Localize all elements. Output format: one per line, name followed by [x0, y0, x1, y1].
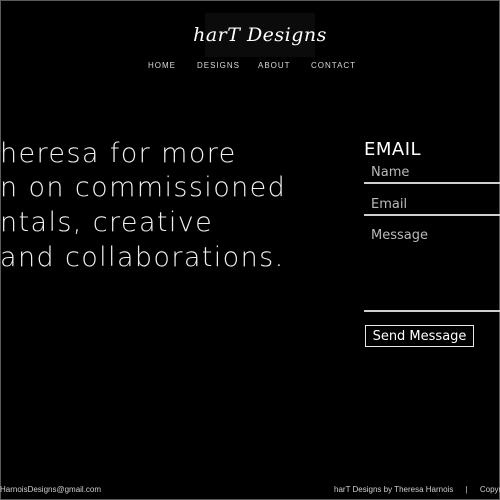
name-field-underline: [364, 182, 500, 184]
form-title: EMAIL: [364, 139, 422, 160]
site-logo[interactable]: harT Designs: [193, 13, 326, 57]
nav-item-contact[interactable]: CONTACT: [311, 61, 356, 70]
footer-separator: |: [465, 485, 468, 494]
message-field[interactable]: [365, 226, 500, 308]
footer-credit-text: harT Designs by Theresa Harnois: [334, 485, 454, 494]
intro-line: heresa for more: [0, 138, 237, 169]
footer-email-text: HarnoisDesigns@gmail.com: [0, 485, 102, 494]
message-field-underline: [364, 310, 500, 312]
footer-copyright-text: Copyright: [479, 485, 500, 494]
contact-intro-text: heresa for more n on commissioned ntals,…: [0, 138, 340, 288]
intro-line: ntals, creative: [0, 207, 214, 238]
email-field[interactable]: [365, 194, 500, 214]
intro-line: and collaborations.: [0, 242, 285, 273]
nav-item-about[interactable]: ABOUT: [258, 61, 291, 70]
footer-credits: harT Designs by Theresa Harnois | Copyri…: [334, 485, 500, 494]
nav-item-designs[interactable]: DESIGNS: [197, 61, 240, 70]
footer-email[interactable]: HarnoisDesigns@gmail.com: [0, 485, 115, 494]
nav-item-home[interactable]: HOME: [148, 61, 176, 70]
logo-text: harT Designs: [193, 24, 327, 46]
main-nav: HOME DESIGNS ABOUT CONTACT: [0, 61, 500, 73]
name-field[interactable]: [365, 162, 500, 182]
send-message-button[interactable]: Send Message: [365, 325, 474, 347]
intro-line: n on commissioned: [0, 172, 287, 203]
email-field-underline: [364, 214, 500, 216]
